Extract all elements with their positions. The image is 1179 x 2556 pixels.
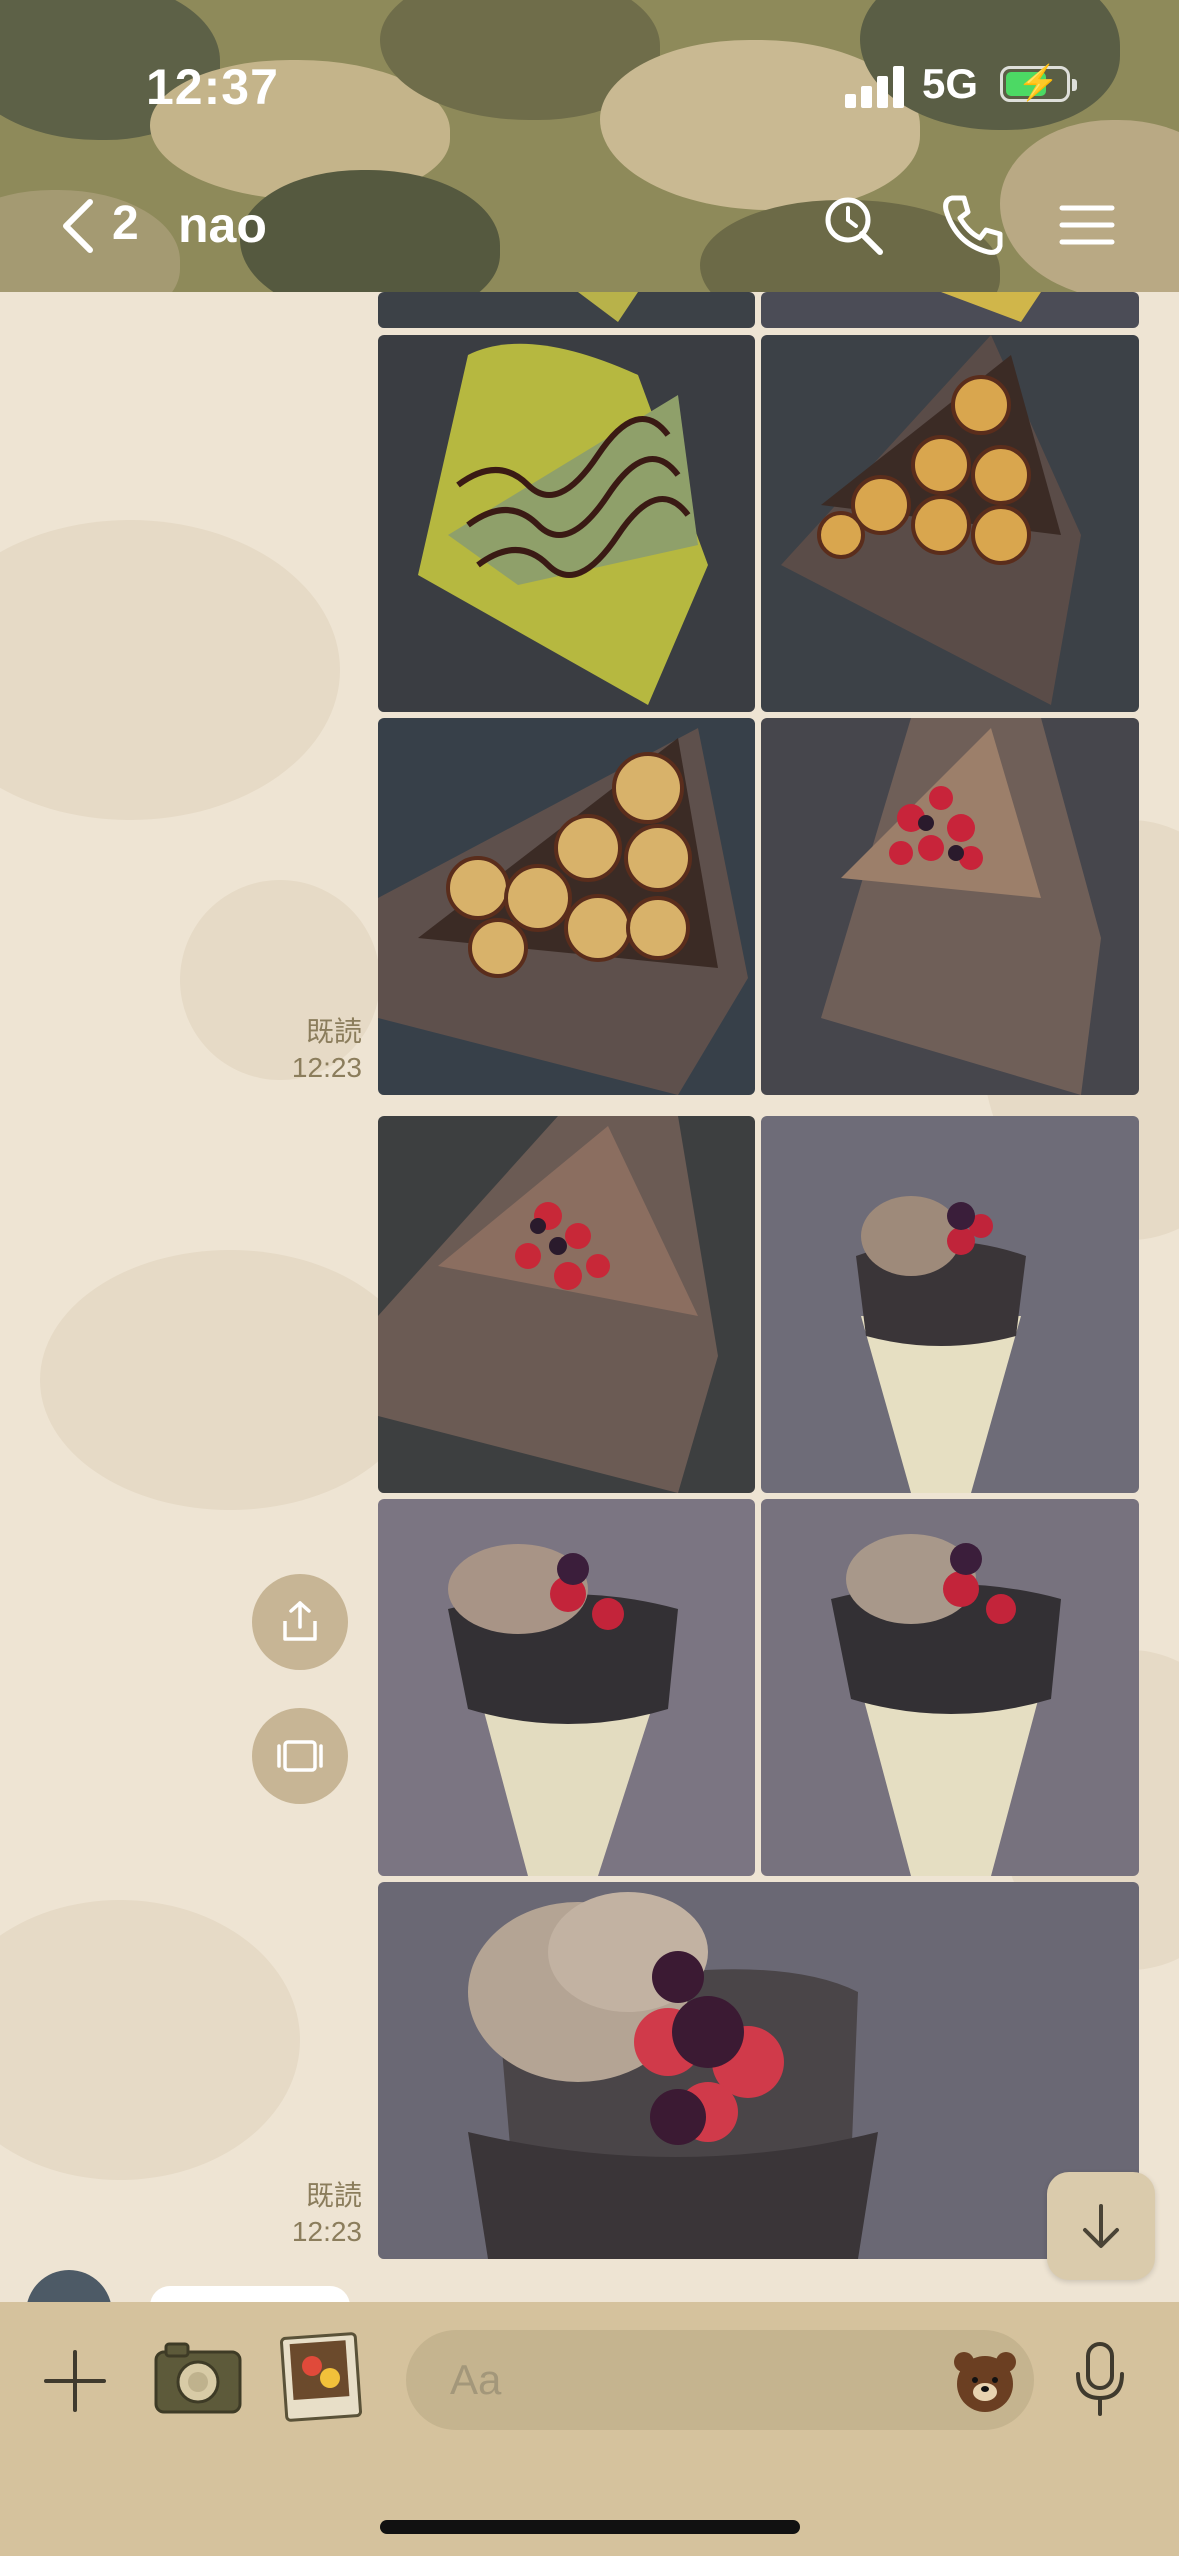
message-read-meta: 既読 12:23 — [240, 1014, 362, 1086]
phone-icon[interactable] — [938, 190, 1008, 260]
scroll-to-bottom-button[interactable] — [1047, 2172, 1155, 2280]
bear-sticker-icon[interactable] — [952, 2348, 1018, 2412]
status-time: 12:37 — [146, 59, 279, 115]
photo-thumbnail[interactable] — [761, 1116, 1139, 1493]
signal-icon — [845, 64, 907, 108]
back-unread-count[interactable]: 2 — [112, 196, 139, 251]
photo-thumbnail[interactable] — [761, 292, 1139, 328]
gallery-icon — [277, 1740, 323, 1772]
network-type: 5G — [922, 60, 979, 107]
message-time: 12:23 — [291, 2216, 362, 2247]
home-indicator[interactable] — [380, 2520, 800, 2534]
plus-icon[interactable] — [40, 2346, 110, 2416]
share-icon — [283, 1601, 317, 1641]
battery-icon: ⚡ — [1000, 64, 1077, 102]
chevron-left-icon[interactable] — [54, 196, 104, 256]
photo-thumbnail[interactable] — [378, 1116, 755, 1493]
camera-icon[interactable] — [152, 2338, 244, 2418]
message-input[interactable]: Aa — [406, 2330, 1034, 2430]
chat-header: 12:37 5G ⚡ 2 nao — [0, 0, 1179, 292]
photo-thumbnail[interactable] — [761, 1499, 1139, 1876]
photo-thumbnail[interactable] — [761, 335, 1139, 712]
microphone-icon[interactable] — [1070, 2340, 1130, 2420]
photo-thumbnail[interactable] — [761, 718, 1139, 1095]
photo-album-icon[interactable] — [280, 2332, 362, 2422]
chat-title[interactable]: nao — [178, 196, 267, 254]
message-read-meta: 既読 12:23 — [240, 2178, 362, 2250]
arrow-down-icon — [1083, 2204, 1119, 2248]
read-receipt: 既読 — [305, 2180, 362, 2211]
search-icon[interactable] — [818, 190, 888, 260]
gallery-button[interactable] — [252, 1708, 348, 1804]
message-time: 12:23 — [291, 1052, 362, 1083]
photo-thumbnail[interactable] — [378, 1499, 755, 1876]
menu-icon[interactable] — [1052, 190, 1122, 260]
read-receipt: 既読 — [305, 1016, 362, 1047]
photo-thumbnail[interactable] — [378, 718, 755, 1095]
photo-thumbnail[interactable] — [378, 1882, 1139, 2259]
share-button[interactable] — [252, 1574, 348, 1670]
photo-thumbnail[interactable] — [378, 292, 755, 328]
photo-thumbnail[interactable] — [378, 335, 755, 712]
message-input-placeholder: Aa — [450, 2356, 502, 2403]
